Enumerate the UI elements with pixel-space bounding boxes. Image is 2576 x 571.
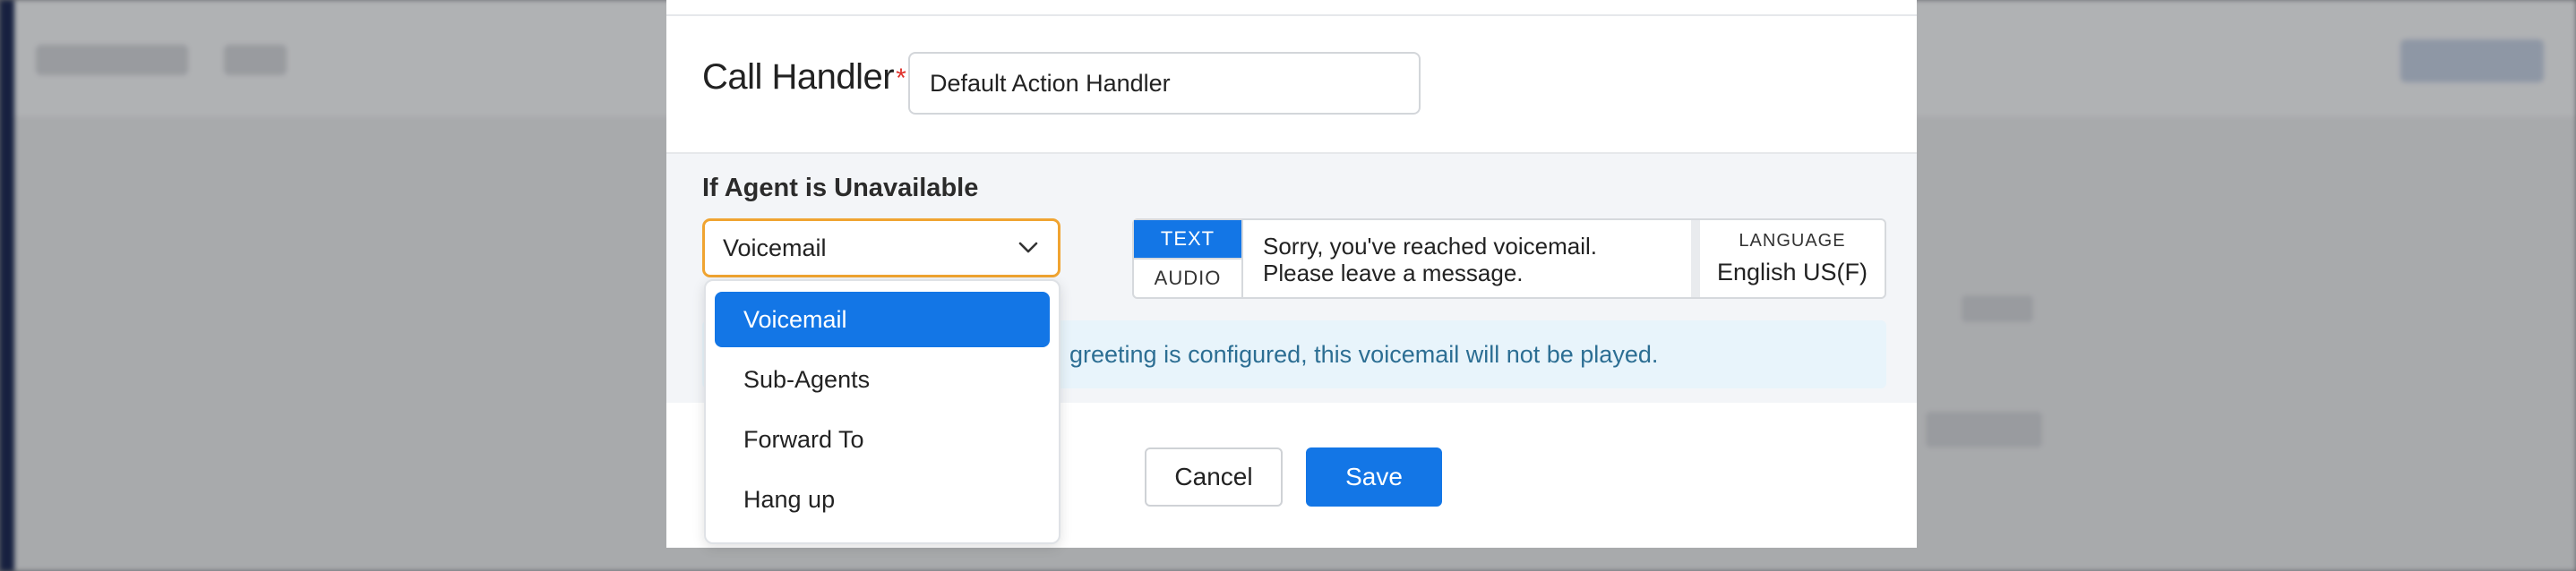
call-handler-label: Call Handler*	[702, 57, 906, 98]
message-line: Please leave a message.	[1263, 260, 1524, 286]
cancel-button[interactable]: Cancel	[1145, 447, 1283, 507]
language-label: LANGUAGE	[1739, 231, 1846, 251]
unavailable-action-select[interactable]: Voicemail	[702, 218, 1060, 277]
voicemail-message-box: TEXT AUDIO Sorry, you've reached voicema…	[1132, 218, 1886, 299]
modal-divider	[666, 14, 1917, 16]
dropdown-option-sub-agents[interactable]: Sub-Agents	[715, 352, 1050, 407]
chevron-down-icon	[1017, 236, 1040, 260]
language-selector[interactable]: LANGUAGE English US(F)	[1700, 220, 1885, 297]
required-marker: *	[896, 64, 906, 93]
dropdown-option-voicemail[interactable]: Voicemail	[715, 292, 1050, 347]
save-button[interactable]: Save	[1306, 447, 1442, 507]
unavailable-action-dropdown: Voicemail Sub-Agents Forward To Hang up	[704, 279, 1060, 544]
dropdown-option-hang-up[interactable]: Hang up	[715, 472, 1050, 527]
tab-text[interactable]: TEXT	[1134, 220, 1241, 258]
voicemail-message-text[interactable]: Sorry, you've reached voicemail. Please …	[1243, 220, 1700, 297]
language-value: English US(F)	[1716, 259, 1868, 286]
call-handler-label-text: Call Handler	[702, 57, 895, 97]
message-type-tabs: TEXT AUDIO	[1134, 220, 1243, 297]
message-line: Sorry, you've reached voicemail.	[1263, 233, 1597, 260]
unavailable-title: If Agent is Unavailable	[702, 174, 979, 202]
call-handler-input[interactable]	[908, 52, 1421, 115]
select-value: Voicemail	[723, 234, 827, 261]
tab-audio[interactable]: AUDIO	[1134, 258, 1241, 297]
info-alert-text: greeting is configured, this voicemail w…	[1069, 340, 1659, 368]
dropdown-option-forward-to[interactable]: Forward To	[715, 412, 1050, 467]
